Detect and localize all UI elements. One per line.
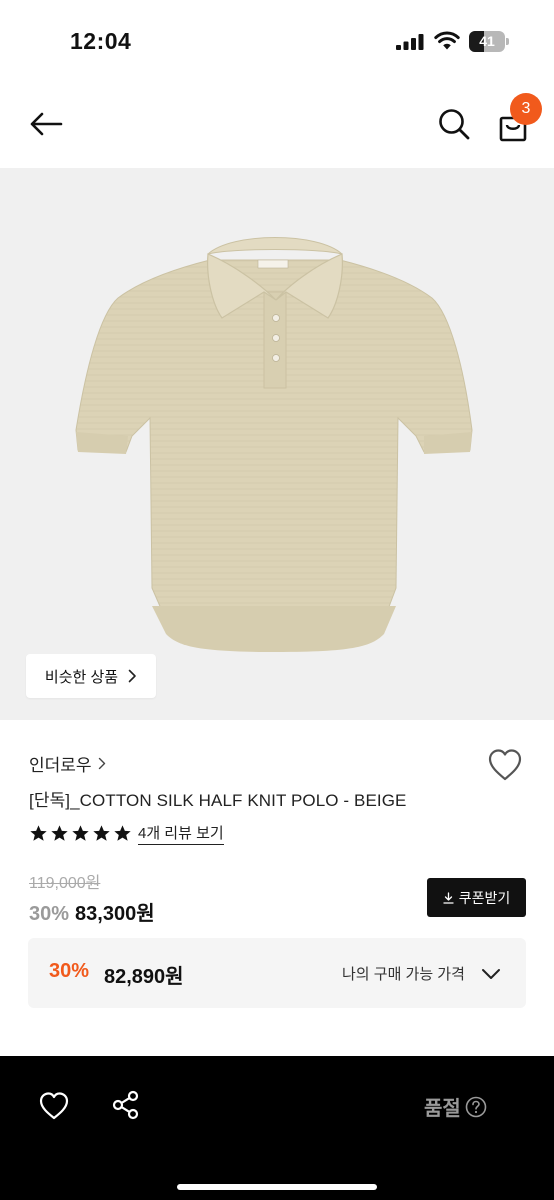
- review-link[interactable]: 4개 리뷰 보기: [138, 822, 224, 845]
- back-arrow-icon: [30, 112, 63, 136]
- best-price: 82,890원: [104, 966, 184, 988]
- best-price-label: 나의 구매 가능 가격: [342, 966, 465, 983]
- sale-price: 83,300원: [75, 903, 155, 925]
- wifi-icon: [434, 31, 460, 50]
- discount-rate: 30%: [29, 903, 70, 925]
- star-icon: [93, 825, 110, 841]
- status-time: 12:04: [70, 28, 132, 54]
- best-discount-rate: 30%: [49, 960, 90, 982]
- battery-level: 41: [479, 33, 495, 49]
- cellular-signal-icon: [396, 34, 424, 50]
- coupon-label: 쿠폰받기: [458, 889, 511, 906]
- heart-icon[interactable]: [487, 748, 523, 782]
- similar-products-button[interactable]: 비슷한 상품: [26, 654, 156, 698]
- star-icon: [51, 825, 68, 841]
- discount-row: 30% 83,300원: [29, 897, 155, 926]
- battery-icon: 41: [469, 31, 509, 52]
- chevron-right-icon: [98, 757, 105, 770]
- star-icon: [72, 825, 89, 841]
- star-icon: [30, 825, 47, 841]
- star-icon: [114, 825, 131, 841]
- brand-link[interactable]: 인더로우: [29, 751, 106, 776]
- original-price: 119,000원: [29, 875, 101, 892]
- similar-products-label: 비슷한 상품: [44, 668, 119, 686]
- soldout-label: 품절: [424, 1098, 461, 1120]
- help-icon[interactable]: [465, 1096, 487, 1118]
- product-title: [단독]_COTTON SILK HALF KNIT POLO - BEIGE: [29, 791, 407, 810]
- knit-polo-image: [75, 237, 473, 652]
- back-button[interactable]: [26, 106, 66, 142]
- share-icon[interactable]: [110, 1089, 142, 1121]
- rating-row: 4개 리뷰 보기: [29, 822, 224, 845]
- coupon-button[interactable]: 쿠폰받기: [427, 878, 526, 917]
- star-rating: [29, 824, 132, 843]
- download-icon: [443, 891, 454, 904]
- chevron-down-icon: [482, 969, 500, 979]
- chevron-right-icon: [128, 669, 136, 683]
- heart-icon[interactable]: [38, 1091, 70, 1121]
- status-bar: 12:04 41: [0, 0, 554, 84]
- search-icon[interactable]: [436, 106, 472, 142]
- soldout-status: 품절: [424, 1092, 487, 1121]
- best-price-panel[interactable]: 30% 82,890원 나의 구매 가능 가격: [28, 938, 526, 1008]
- nav-header: [0, 84, 554, 168]
- product-image[interactable]: 비슷한 상품: [0, 168, 554, 720]
- home-indicator: [177, 1184, 377, 1190]
- brand-name: 인더로우: [29, 756, 92, 775]
- bottom-action-bar: 품절: [0, 1056, 554, 1200]
- cart-count-badge: 3: [510, 93, 542, 125]
